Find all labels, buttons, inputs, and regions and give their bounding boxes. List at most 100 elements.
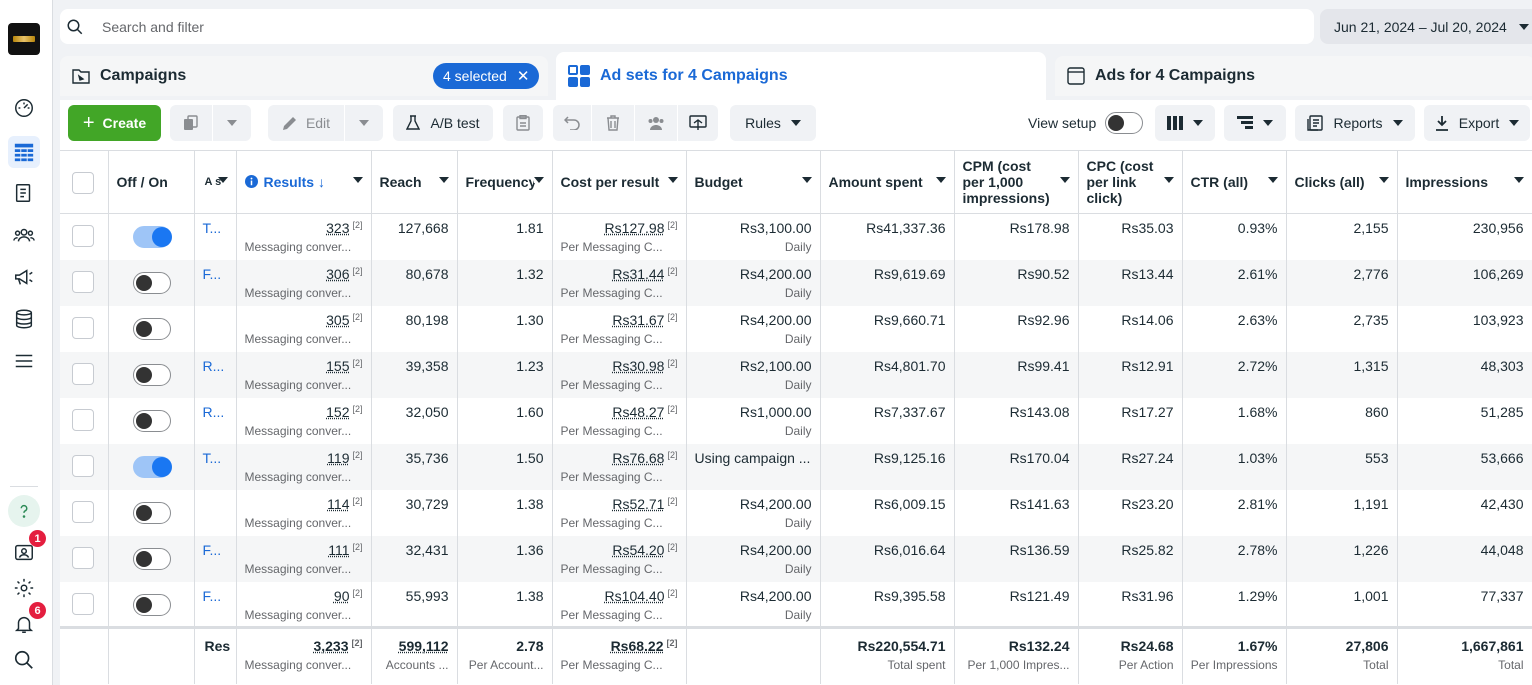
col-ctr[interactable]: CTR (all) — [1182, 150, 1287, 214]
cpr-value[interactable]: Rs54.20 — [612, 542, 664, 558]
megaphone-icon[interactable] — [8, 261, 40, 293]
col-name[interactable]: A s — [194, 150, 237, 214]
adset-name[interactable]: F... — [194, 535, 237, 582]
results-value[interactable]: 90 — [334, 588, 350, 604]
menu-icon[interactable] — [8, 345, 40, 377]
cpr-value[interactable]: Rs30.98 — [612, 358, 664, 374]
budget-cell[interactable]: Rs4,200.00 Daily — [686, 489, 821, 536]
budget-cell[interactable]: Rs4,200.00 Daily — [686, 305, 821, 352]
rules-button[interactable]: Rules — [730, 105, 816, 141]
edit-button[interactable]: Edit — [268, 105, 344, 141]
ab-test-button[interactable]: A/B test — [393, 105, 493, 141]
search-bar[interactable] — [60, 9, 1314, 44]
settings-gear-icon[interactable] — [8, 572, 40, 604]
row-checkbox[interactable] — [72, 454, 94, 477]
results-value[interactable]: 152 — [326, 404, 349, 420]
results-value[interactable]: 306 — [326, 266, 349, 282]
col-results[interactable]: Results ↓ — [236, 150, 372, 214]
adset-toggle[interactable] — [132, 226, 172, 248]
table-row[interactable]: T... 323 [2] Messaging conver... 127,668 1.81… — [60, 213, 1532, 260]
tab-campaigns[interactable]: Campaigns 4 selected ✕ — [60, 56, 548, 96]
adset-name[interactable]: R... — [194, 351, 237, 398]
dashboard-icon[interactable] — [8, 92, 40, 124]
col-cost-per-result[interactable]: Cost per result — [552, 150, 687, 214]
adset-toggle[interactable] — [132, 501, 171, 524]
results-value[interactable]: 114 — [327, 496, 349, 512]
adset-name[interactable]: T... — [194, 213, 237, 260]
col-impressions[interactable]: Impressions — [1397, 150, 1532, 214]
row-checkbox[interactable] — [72, 500, 94, 523]
table-row[interactable]: F... 111 [2] Messaging conver... 32,431 1.36 R… — [60, 535, 1532, 582]
row-checkbox[interactable] — [72, 225, 94, 247]
select-all-checkbox[interactable] — [72, 172, 94, 194]
edit-dropdown[interactable] — [345, 105, 383, 141]
adset-toggle[interactable] — [132, 547, 171, 570]
adset-toggle[interactable] — [132, 363, 171, 386]
col-frequency[interactable]: Frequency — [457, 150, 553, 214]
adset-name[interactable]: F... — [194, 581, 237, 628]
adset-toggle[interactable] — [132, 271, 171, 294]
table-icon[interactable] — [8, 136, 40, 168]
duplicate-dropdown[interactable] — [213, 105, 251, 141]
tab-adsets[interactable]: Ad sets for 4 Campaigns — [556, 52, 1046, 100]
table-row[interactable]: 114 [2] Messaging conver... 30,729 1.38 Rs52.… — [60, 489, 1532, 536]
cpr-value[interactable]: Rs31.67 — [612, 312, 664, 328]
search-input[interactable] — [102, 18, 1002, 35]
cpr-value[interactable]: Rs31.44 — [612, 266, 664, 282]
budget-cell[interactable]: Rs3,100.00 Daily — [686, 213, 821, 260]
adset-toggle[interactable] — [132, 593, 171, 616]
clear-selection-icon[interactable]: ✕ — [517, 67, 530, 85]
table-row[interactable]: F... 306 [2] Messaging conver... 80,678 1.32 R… — [60, 259, 1532, 306]
audience-button[interactable] — [635, 105, 677, 141]
col-reach[interactable]: Reach — [371, 150, 458, 214]
table-row[interactable]: T... 119 [2] Messaging conver... 35,736 1.50 R… — [60, 443, 1532, 490]
table-row[interactable]: F... 90 [2] Messaging conver... 55,993 1.38 Rs… — [60, 581, 1532, 628]
row-checkbox[interactable] — [72, 316, 94, 339]
columns-button[interactable] — [1155, 105, 1215, 141]
table-row[interactable]: R... 155 [2] Messaging conver... 39,358 1.23 R… — [60, 351, 1532, 398]
cpr-value[interactable]: Rs104.40 — [605, 588, 665, 604]
adset-name[interactable] — [194, 305, 237, 352]
table-row[interactable]: 305 [2] Messaging conver... 80,198 1.30 Rs31.… — [60, 305, 1532, 352]
pages-icon[interactable] — [8, 177, 40, 209]
inbox-icon[interactable]: 1 — [8, 530, 46, 568]
selected-pill[interactable]: 4 selected ✕ — [433, 63, 540, 89]
row-checkbox[interactable] — [72, 408, 94, 431]
date-range-picker[interactable]: Jun 21, 2024 – Jul 20, 2024 — [1320, 9, 1532, 44]
cpr-value[interactable]: Rs127.98 — [605, 220, 665, 236]
budget-cell[interactable]: Rs4,200.00 Daily — [686, 535, 821, 582]
tab-ads[interactable]: Ads for 4 Campaigns — [1055, 56, 1532, 96]
delete-button[interactable] — [592, 105, 634, 141]
bell-icon[interactable]: 6 — [8, 602, 46, 640]
adset-name[interactable]: R... — [194, 397, 237, 444]
reports-button[interactable]: Reports — [1295, 105, 1415, 141]
search-rail-icon[interactable] — [8, 644, 40, 676]
budget-cell[interactable]: Rs4,200.00 Daily — [686, 581, 821, 628]
col-budget[interactable]: Budget — [686, 150, 821, 214]
results-value[interactable]: 155 — [326, 358, 349, 374]
undo-button[interactable] — [553, 105, 591, 141]
table-row[interactable]: R... 152 [2] Messaging conver... 32,050 1.60 R… — [60, 397, 1532, 444]
col-cpm[interactable]: CPM (cost per 1,000 impressions) — [954, 150, 1079, 214]
view-setup-toggle[interactable] — [1105, 112, 1143, 134]
row-checkbox[interactable] — [72, 546, 94, 569]
col-amount-spent[interactable]: Amount spent — [820, 150, 955, 214]
col-offon[interactable]: Off / On — [108, 150, 195, 214]
audiences-icon[interactable] — [8, 219, 40, 251]
cpr-value[interactable]: Rs76.68 — [612, 450, 664, 466]
row-checkbox[interactable] — [72, 362, 94, 385]
share-button[interactable] — [678, 105, 718, 141]
budget-cell[interactable]: Using campaign ... — [686, 443, 821, 490]
cpr-value[interactable]: Rs52.71 — [612, 496, 664, 512]
row-checkbox[interactable] — [72, 270, 94, 293]
adset-name[interactable] — [194, 489, 237, 536]
clipboard-button[interactable] — [503, 105, 543, 141]
account-logo[interactable] — [8, 23, 40, 55]
cpr-value[interactable]: Rs48.27 — [612, 404, 664, 420]
adset-name[interactable]: T... — [194, 443, 237, 490]
duplicate-button[interactable] — [170, 105, 212, 141]
budget-cell[interactable]: Rs4,200.00 Daily — [686, 259, 821, 306]
col-cpc[interactable]: CPC (cost per link click) — [1078, 150, 1183, 214]
budget-cell[interactable]: Rs1,000.00 Daily — [686, 397, 821, 444]
budget-cell[interactable]: Rs2,100.00 Daily — [686, 351, 821, 398]
